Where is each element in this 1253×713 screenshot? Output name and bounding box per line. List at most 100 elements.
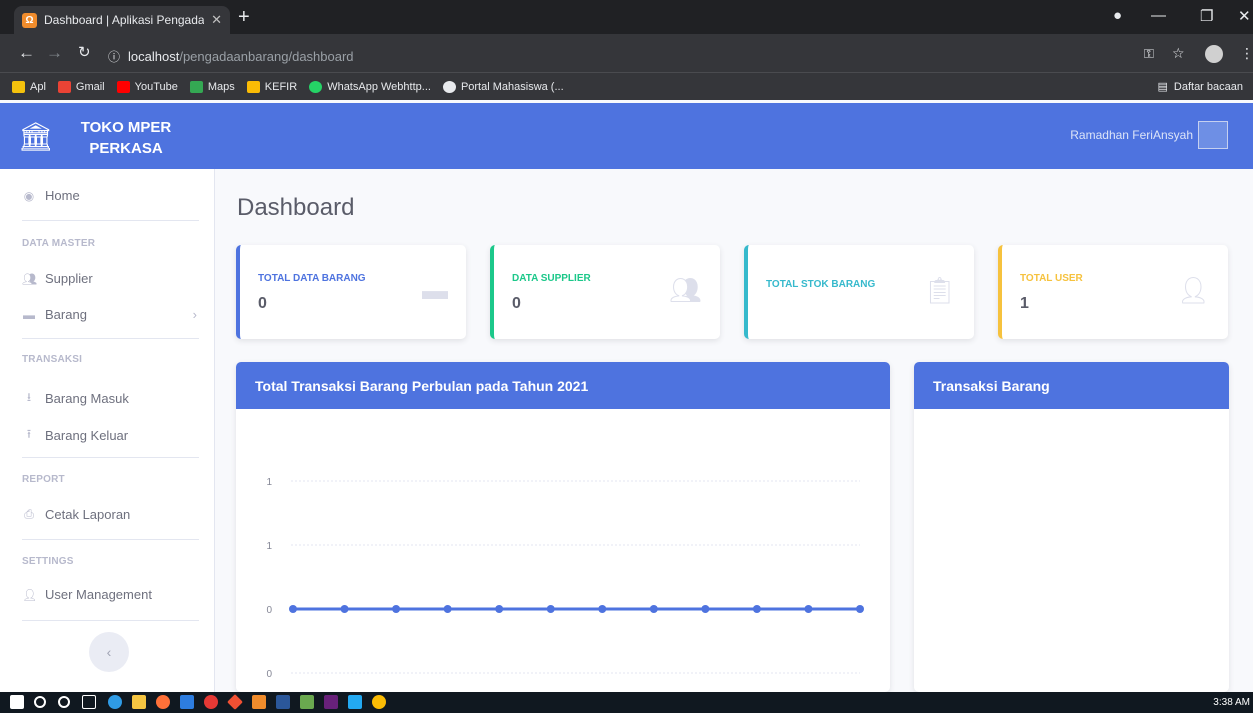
chevron-right-icon: › (192, 307, 197, 322)
bank-building-icon: 🏛︎ (18, 121, 54, 152)
taskbar-clock: 3:38 AM (1213, 697, 1250, 708)
card-label: TOTAL DATA BARANG (258, 273, 366, 284)
opera-icon[interactable] (204, 695, 218, 709)
sidebar-item-barang-keluar[interactable]: ⭱ Barang Keluar (22, 425, 128, 446)
gmail-icon (57, 80, 71, 93)
data-point (443, 605, 452, 613)
sidebar-item-label: Barang (45, 307, 87, 322)
sidebar-item-home[interactable]: ◉ Home (22, 188, 80, 203)
key-icon[interactable]: ⚿ (1144, 46, 1154, 62)
bookmark-maps[interactable]: Maps (189, 80, 235, 93)
data-point (598, 605, 607, 613)
browser-tab[interactable]: Ω Dashboard | Aplikasi Pengadaan ✕ (14, 6, 230, 34)
xampp-favicon-icon: Ω (22, 12, 37, 28)
card-value: 0 (512, 295, 521, 312)
url-bar[interactable]: ⓘ localhost/pengadaanbarang/dashboard (108, 47, 428, 65)
menu-dots-icon[interactable]: ⋮ (1240, 45, 1253, 62)
data-point (289, 605, 297, 613)
dashboard-gauge-icon: ◉ (23, 188, 35, 203)
notepad-icon[interactable] (300, 695, 314, 709)
file-explorer-icon[interactable] (132, 695, 146, 709)
y-tick-label: 1 (266, 477, 272, 488)
card-label: DATA SUPPLIER (512, 273, 591, 284)
bookmark-kefir[interactable]: KEFIR (246, 80, 298, 93)
users-icon: 👥︎ (668, 275, 702, 305)
word-icon[interactable] (276, 695, 290, 709)
reload-icon[interactable]: ↻ (78, 43, 91, 61)
sidebar-item-cetak-laporan[interactable]: ⎙ Cetak Laporan (22, 507, 130, 522)
bookmark-apps[interactable]: Apl (12, 80, 46, 93)
bookmark-label: KEFIR (264, 80, 298, 93)
window-close-icon[interactable]: ✕ (1238, 7, 1251, 25)
youtube-icon (116, 80, 130, 93)
bookmark-whatsapp[interactable]: WhatsApp Webhttp... (309, 80, 431, 93)
folder-icon: ▬ (23, 307, 35, 322)
sidebar-item-barang-masuk[interactable]: ⭳ Barang Masuk (22, 388, 129, 409)
forward-arrow-icon[interactable]: → (46, 43, 63, 63)
sidebar-divider (22, 620, 199, 621)
data-point (752, 605, 761, 613)
profile-dot-icon[interactable]: ● (1113, 7, 1122, 24)
sidebar-item-user-management[interactable]: 👤︎ User Management (22, 587, 152, 602)
user-avatar[interactable] (1198, 121, 1228, 149)
user-name[interactable]: Ramadhan FeriAnsyah (1070, 128, 1193, 142)
download-icon: ⭳ (26, 390, 32, 404)
url-host: localhost (128, 48, 180, 64)
brand-name[interactable]: TOKO MPER PERKASA (80, 117, 172, 159)
line-chart: 1 1 0 0 (266, 477, 864, 680)
bookmark-portal[interactable]: Portal Mahasiswa (... (442, 80, 564, 93)
reading-list-label: Daftar bacaan (1173, 80, 1243, 93)
sidebar-item-barang[interactable]: ▬ Barang › (22, 307, 197, 322)
sidebar-item-label: Cetak Laporan (45, 507, 131, 522)
profile-avatar-icon[interactable] (1205, 45, 1223, 63)
sidebar-heading: REPORT (22, 474, 65, 485)
minimize-icon[interactable]: — (1151, 7, 1166, 24)
cortana-icon[interactable] (58, 696, 70, 708)
tab-close-icon[interactable]: ✕ (211, 12, 222, 28)
bookmark-label: Gmail (75, 80, 105, 93)
task-view-icon[interactable] (82, 695, 96, 709)
bookmark-label: YouTube (134, 80, 178, 93)
print-icon: ⎙ (24, 507, 34, 521)
restore-icon[interactable]: ❐ (1200, 7, 1213, 25)
card-label: TOTAL USER (1020, 273, 1083, 284)
chrome-icon[interactable] (372, 695, 386, 709)
xampp-icon[interactable] (252, 695, 266, 709)
new-tab-icon[interactable]: + (238, 6, 250, 29)
reading-list[interactable]: ▤ Daftar bacaan (1157, 80, 1243, 94)
y-tick-label: 0 (266, 669, 272, 680)
y-tick-label: 0 (266, 605, 272, 616)
reading-list-icon: ▤ (1157, 81, 1168, 93)
sidebar-divider (22, 338, 199, 339)
card-total-user: TOTAL USER 1 👤︎ (998, 245, 1228, 339)
users-icon: 👥︎ (22, 271, 38, 286)
chart-panel: Total Transaksi Barang Perbulan pada Tah… (236, 362, 890, 692)
app-icon[interactable] (180, 695, 194, 709)
back-arrow-icon[interactable]: ← (18, 43, 35, 63)
sidebar-item-label: User Management (45, 587, 152, 602)
sidebar-item-supplier[interactable]: 👥︎ Supplier (22, 271, 93, 286)
brand-line2: PERKASA (89, 140, 163, 157)
user-plus-icon: 👤︎ (1176, 275, 1210, 305)
search-icon[interactable] (34, 696, 46, 708)
sidebar-heading: DATA MASTER (22, 238, 96, 249)
bookmark-label: Portal Mahasiswa (... (460, 80, 564, 93)
whatsapp-icon (309, 80, 323, 93)
sidebar-divider (22, 220, 199, 221)
sidebar-toggle-button[interactable]: ‹ (89, 632, 129, 672)
bookmark-gmail[interactable]: Gmail (57, 80, 105, 93)
sidebar-heading: TRANSAKSI (22, 354, 83, 365)
info-icon[interactable]: ⓘ (108, 48, 120, 65)
bookmark-youtube[interactable]: YouTube (116, 80, 178, 93)
star-icon[interactable]: ☆ (1172, 45, 1185, 62)
vscode-icon[interactable] (348, 695, 362, 709)
firefox-icon[interactable] (156, 695, 170, 709)
bookmark-label: Apl (30, 80, 46, 93)
edge-icon[interactable] (108, 695, 122, 709)
upload-icon: ⭱ (26, 427, 32, 441)
card-label: TOTAL STOK BARANG (766, 279, 876, 290)
windows-start-icon[interactable] (10, 695, 24, 709)
visual-studio-icon[interactable] (324, 695, 338, 709)
sidebar-heading: SETTINGS (22, 556, 74, 567)
data-point (340, 605, 349, 613)
